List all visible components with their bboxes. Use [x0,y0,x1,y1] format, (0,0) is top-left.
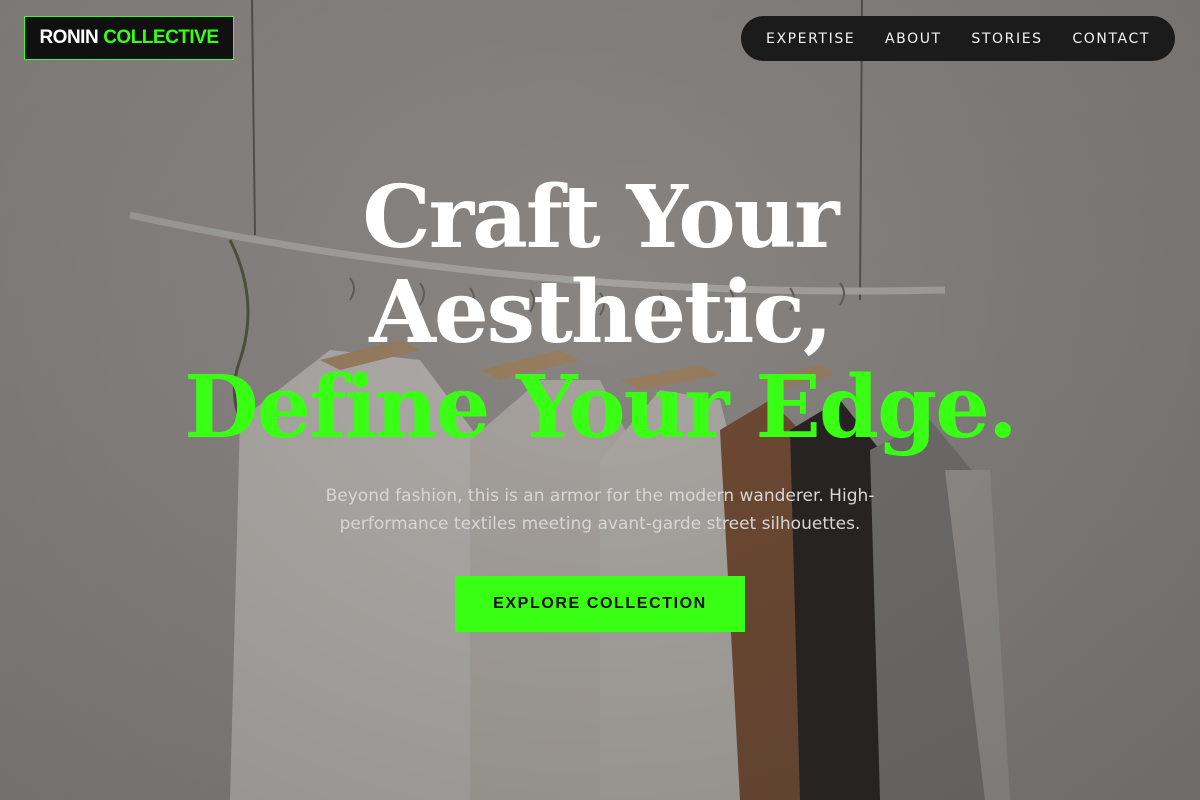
explore-collection-button[interactable]: EXPLORE COLLECTION [455,576,745,632]
brand-name-primary: RONIN [39,27,99,48]
headline-line-3-accent: Define Your Edge. [184,357,1018,458]
nav-item-contact[interactable]: CONTACT [1072,31,1150,47]
nav-item-stories[interactable]: STORIES [971,31,1042,47]
brand-name-accent: COLLECTIVE [103,27,219,48]
headline-line-1: Craft Your [362,167,839,268]
nav-item-expertise[interactable]: EXPERTISE [766,31,855,47]
headline-line-2: Aesthetic, [369,262,833,363]
hero-subtitle: Beyond fashion, this is an armor for the… [325,486,875,534]
main-navigation: EXPERTISE ABOUT STORIES CONTACT [741,16,1175,61]
nav-item-about[interactable]: ABOUT [885,31,942,47]
brand-logo[interactable]: RONIN COLLECTIVE [24,16,234,60]
hero-headline: Craft Your Aesthetic, Define Your Edge. [0,170,1200,455]
